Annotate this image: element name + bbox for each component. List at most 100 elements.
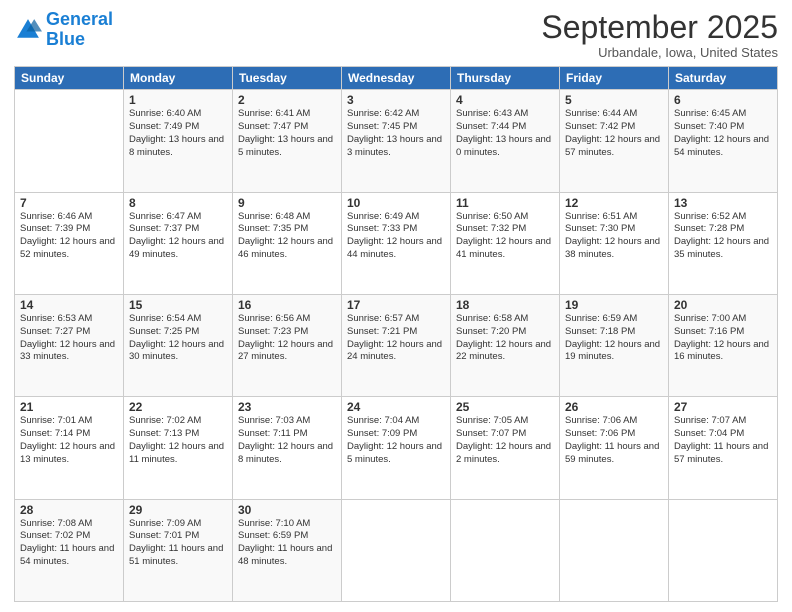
header-row: Sunday Monday Tuesday Wednesday Thursday… (15, 67, 778, 90)
day-cell: 9Sunrise: 6:48 AM Sunset: 7:35 PM Daylig… (233, 192, 342, 294)
day-info: Sunrise: 7:09 AM Sunset: 7:01 PM Dayligh… (129, 518, 227, 569)
day-number: 13 (674, 196, 772, 210)
day-cell: 1Sunrise: 6:40 AM Sunset: 7:49 PM Daylig… (124, 90, 233, 192)
day-cell: 8Sunrise: 6:47 AM Sunset: 7:37 PM Daylig… (124, 192, 233, 294)
day-info: Sunrise: 6:44 AM Sunset: 7:42 PM Dayligh… (565, 108, 663, 159)
day-cell: 29Sunrise: 7:09 AM Sunset: 7:01 PM Dayli… (124, 499, 233, 601)
day-info: Sunrise: 7:08 AM Sunset: 7:02 PM Dayligh… (20, 518, 118, 569)
day-cell: 22Sunrise: 7:02 AM Sunset: 7:13 PM Dayli… (124, 397, 233, 499)
logo: General Blue (14, 10, 113, 50)
day-number: 5 (565, 93, 663, 107)
day-number: 12 (565, 196, 663, 210)
day-cell: 3Sunrise: 6:42 AM Sunset: 7:45 PM Daylig… (342, 90, 451, 192)
day-number: 15 (129, 298, 227, 312)
day-info: Sunrise: 7:06 AM Sunset: 7:06 PM Dayligh… (565, 415, 663, 466)
day-number: 10 (347, 196, 445, 210)
day-number: 14 (20, 298, 118, 312)
day-cell: 15Sunrise: 6:54 AM Sunset: 7:25 PM Dayli… (124, 294, 233, 396)
day-info: Sunrise: 6:53 AM Sunset: 7:27 PM Dayligh… (20, 313, 118, 364)
day-info: Sunrise: 7:02 AM Sunset: 7:13 PM Dayligh… (129, 415, 227, 466)
day-cell: 25Sunrise: 7:05 AM Sunset: 7:07 PM Dayli… (451, 397, 560, 499)
col-sunday: Sunday (15, 67, 124, 90)
day-cell (560, 499, 669, 601)
day-info: Sunrise: 6:45 AM Sunset: 7:40 PM Dayligh… (674, 108, 772, 159)
day-number: 3 (347, 93, 445, 107)
day-number: 29 (129, 503, 227, 517)
col-thursday: Thursday (451, 67, 560, 90)
day-info: Sunrise: 6:57 AM Sunset: 7:21 PM Dayligh… (347, 313, 445, 364)
day-cell: 21Sunrise: 7:01 AM Sunset: 7:14 PM Dayli… (15, 397, 124, 499)
day-cell: 6Sunrise: 6:45 AM Sunset: 7:40 PM Daylig… (669, 90, 778, 192)
day-info: Sunrise: 6:51 AM Sunset: 7:30 PM Dayligh… (565, 211, 663, 262)
day-number: 1 (129, 93, 227, 107)
day-cell: 7Sunrise: 6:46 AM Sunset: 7:39 PM Daylig… (15, 192, 124, 294)
day-info: Sunrise: 6:56 AM Sunset: 7:23 PM Dayligh… (238, 313, 336, 364)
day-number: 4 (456, 93, 554, 107)
day-cell: 27Sunrise: 7:07 AM Sunset: 7:04 PM Dayli… (669, 397, 778, 499)
col-monday: Monday (124, 67, 233, 90)
day-number: 25 (456, 400, 554, 414)
day-info: Sunrise: 6:43 AM Sunset: 7:44 PM Dayligh… (456, 108, 554, 159)
day-info: Sunrise: 6:54 AM Sunset: 7:25 PM Dayligh… (129, 313, 227, 364)
day-number: 23 (238, 400, 336, 414)
day-info: Sunrise: 6:46 AM Sunset: 7:39 PM Dayligh… (20, 211, 118, 262)
day-cell (342, 499, 451, 601)
day-cell: 19Sunrise: 6:59 AM Sunset: 7:18 PM Dayli… (560, 294, 669, 396)
day-cell (451, 499, 560, 601)
day-number: 30 (238, 503, 336, 517)
day-number: 17 (347, 298, 445, 312)
day-info: Sunrise: 6:59 AM Sunset: 7:18 PM Dayligh… (565, 313, 663, 364)
day-info: Sunrise: 6:49 AM Sunset: 7:33 PM Dayligh… (347, 211, 445, 262)
month-title: September 2025 (541, 10, 778, 45)
day-number: 28 (20, 503, 118, 517)
day-number: 8 (129, 196, 227, 210)
day-cell: 14Sunrise: 6:53 AM Sunset: 7:27 PM Dayli… (15, 294, 124, 396)
day-cell: 30Sunrise: 7:10 AM Sunset: 6:59 PM Dayli… (233, 499, 342, 601)
day-number: 9 (238, 196, 336, 210)
day-info: Sunrise: 7:00 AM Sunset: 7:16 PM Dayligh… (674, 313, 772, 364)
day-cell: 2Sunrise: 6:41 AM Sunset: 7:47 PM Daylig… (233, 90, 342, 192)
day-info: Sunrise: 6:52 AM Sunset: 7:28 PM Dayligh… (674, 211, 772, 262)
col-wednesday: Wednesday (342, 67, 451, 90)
title-block: September 2025 Urbandale, Iowa, United S… (541, 10, 778, 60)
location: Urbandale, Iowa, United States (541, 45, 778, 60)
day-number: 22 (129, 400, 227, 414)
header: General Blue September 2025 Urbandale, I… (14, 10, 778, 60)
day-number: 20 (674, 298, 772, 312)
day-number: 16 (238, 298, 336, 312)
col-friday: Friday (560, 67, 669, 90)
day-cell: 17Sunrise: 6:57 AM Sunset: 7:21 PM Dayli… (342, 294, 451, 396)
day-number: 24 (347, 400, 445, 414)
day-info: Sunrise: 6:42 AM Sunset: 7:45 PM Dayligh… (347, 108, 445, 159)
day-cell: 24Sunrise: 7:04 AM Sunset: 7:09 PM Dayli… (342, 397, 451, 499)
week-row-2: 7Sunrise: 6:46 AM Sunset: 7:39 PM Daylig… (15, 192, 778, 294)
week-row-3: 14Sunrise: 6:53 AM Sunset: 7:27 PM Dayli… (15, 294, 778, 396)
day-cell (669, 499, 778, 601)
day-info: Sunrise: 6:50 AM Sunset: 7:32 PM Dayligh… (456, 211, 554, 262)
day-number: 6 (674, 93, 772, 107)
col-tuesday: Tuesday (233, 67, 342, 90)
day-number: 27 (674, 400, 772, 414)
day-number: 19 (565, 298, 663, 312)
day-cell: 11Sunrise: 6:50 AM Sunset: 7:32 PM Dayli… (451, 192, 560, 294)
day-info: Sunrise: 6:40 AM Sunset: 7:49 PM Dayligh… (129, 108, 227, 159)
day-info: Sunrise: 7:03 AM Sunset: 7:11 PM Dayligh… (238, 415, 336, 466)
day-info: Sunrise: 6:58 AM Sunset: 7:20 PM Dayligh… (456, 313, 554, 364)
day-cell: 20Sunrise: 7:00 AM Sunset: 7:16 PM Dayli… (669, 294, 778, 396)
week-row-1: 1Sunrise: 6:40 AM Sunset: 7:49 PM Daylig… (15, 90, 778, 192)
day-info: Sunrise: 7:07 AM Sunset: 7:04 PM Dayligh… (674, 415, 772, 466)
day-number: 21 (20, 400, 118, 414)
week-row-4: 21Sunrise: 7:01 AM Sunset: 7:14 PM Dayli… (15, 397, 778, 499)
page: General Blue September 2025 Urbandale, I… (0, 0, 792, 612)
day-number: 7 (20, 196, 118, 210)
day-cell: 12Sunrise: 6:51 AM Sunset: 7:30 PM Dayli… (560, 192, 669, 294)
day-cell: 23Sunrise: 7:03 AM Sunset: 7:11 PM Dayli… (233, 397, 342, 499)
calendar-table: Sunday Monday Tuesday Wednesday Thursday… (14, 66, 778, 602)
day-cell: 16Sunrise: 6:56 AM Sunset: 7:23 PM Dayli… (233, 294, 342, 396)
day-info: Sunrise: 7:05 AM Sunset: 7:07 PM Dayligh… (456, 415, 554, 466)
logo-text: General Blue (46, 10, 113, 50)
day-cell: 10Sunrise: 6:49 AM Sunset: 7:33 PM Dayli… (342, 192, 451, 294)
day-number: 26 (565, 400, 663, 414)
logo-icon (14, 16, 42, 44)
day-number: 11 (456, 196, 554, 210)
